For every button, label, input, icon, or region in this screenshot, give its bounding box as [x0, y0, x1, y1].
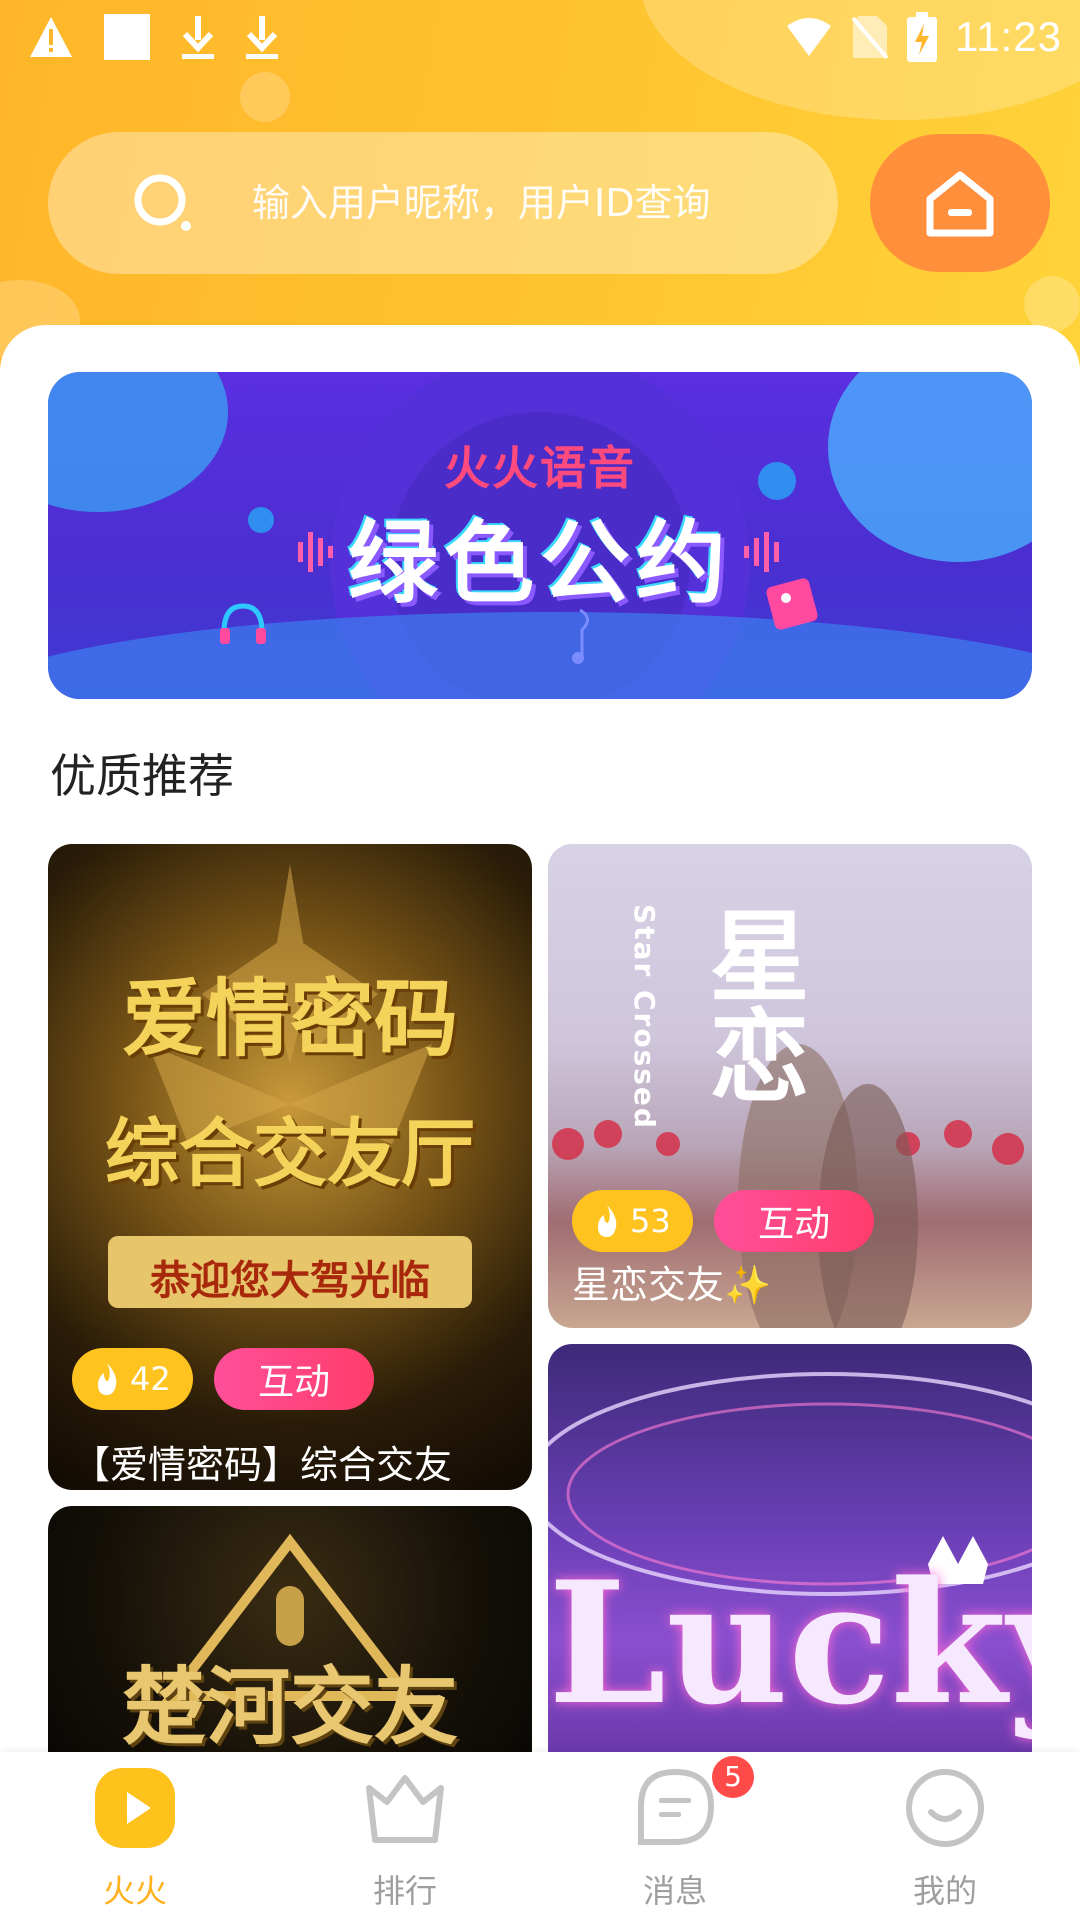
unread-badge: 5	[712, 1756, 754, 1798]
heat-badge: 53	[572, 1190, 693, 1252]
banner-title-big: 绿色公约	[348, 511, 732, 616]
room-art-text: 星恋	[692, 904, 809, 1104]
room-art-text: 爱情密码	[121, 970, 458, 1068]
nav-tab-huohuo[interactable]: 火火	[0, 1752, 270, 1920]
heat-badge: 42	[72, 1348, 193, 1410]
battery-charging-icon	[907, 12, 937, 62]
home-button[interactable]	[870, 134, 1050, 272]
banner-wave	[48, 612, 1032, 699]
nav-tab-mine[interactable]: 我的	[810, 1752, 1080, 1920]
smile-icon	[906, 1769, 984, 1847]
banner[interactable]: 火火语音 绿色公约	[48, 372, 1032, 699]
room-tag: 互动	[214, 1348, 374, 1410]
room-art-text: Star Crossed	[628, 904, 661, 1130]
nav-tab-messages[interactable]: 5 消息	[540, 1752, 810, 1920]
decor-circle	[1024, 276, 1080, 332]
wifi-icon	[787, 18, 831, 56]
photo-icon	[766, 578, 818, 630]
fire-icon	[598, 1205, 617, 1237]
play-icon	[95, 1768, 175, 1848]
status-time: 11:23	[955, 13, 1062, 60]
nav-label: 我的	[912, 1872, 977, 1910]
room-name: 星恋交友✨	[572, 1263, 772, 1307]
nav-label: 火火	[102, 1872, 167, 1910]
sound-wave-icon	[298, 532, 333, 572]
room-art-text: 楚河交友	[121, 1658, 458, 1756]
home-icon	[926, 171, 994, 237]
room-name: 【爱情密码】综合交友	[72, 1443, 453, 1487]
music-note-icon	[572, 608, 589, 664]
room-art-text: 综合交友厅	[105, 1111, 475, 1197]
room-card[interactable]: 星恋 Star Crossed 53 互动 星恋交友✨	[548, 844, 1032, 1328]
room-card[interactable]: Lucky	[548, 1344, 1032, 1804]
bottom-nav: 火火 排行 5 消息 我的	[0, 1752, 1080, 1920]
search-icon	[134, 174, 191, 231]
nav-tab-ranking[interactable]: 排行	[270, 1752, 540, 1920]
section-title: 优质推荐	[50, 749, 234, 803]
search-input[interactable]: 输入用户昵称，用户ID查询	[48, 132, 838, 274]
fire-icon	[98, 1363, 117, 1395]
banner-title-small: 火火语音	[444, 441, 636, 495]
nav-label: 消息	[642, 1872, 707, 1910]
message-icon	[638, 1768, 715, 1845]
headphones-icon	[220, 603, 266, 644]
heat-count: 42	[130, 1360, 171, 1398]
no-sim-icon	[851, 16, 889, 60]
warning-icon	[30, 17, 72, 57]
square-icon	[104, 14, 150, 60]
sound-wave-icon	[744, 532, 779, 572]
room-tag: 互动	[714, 1190, 874, 1252]
crown-icon	[366, 1775, 444, 1843]
room-card[interactable]: 爱情密码 综合交友厅 恭迎您大驾光临 42 互动 【爱情密码】综合交友	[48, 844, 532, 1490]
download-icon	[246, 16, 278, 59]
nav-label: 排行	[372, 1872, 437, 1910]
search-placeholder: 输入用户昵称，用户ID查询	[252, 181, 711, 225]
heat-count: 53	[630, 1202, 671, 1240]
room-art-text: Lucky	[548, 1544, 1032, 1742]
room-art-text: 恭迎您大驾光临	[150, 1258, 430, 1304]
download-icon	[182, 16, 214, 59]
status-bar: 11:23	[0, 0, 1080, 80]
